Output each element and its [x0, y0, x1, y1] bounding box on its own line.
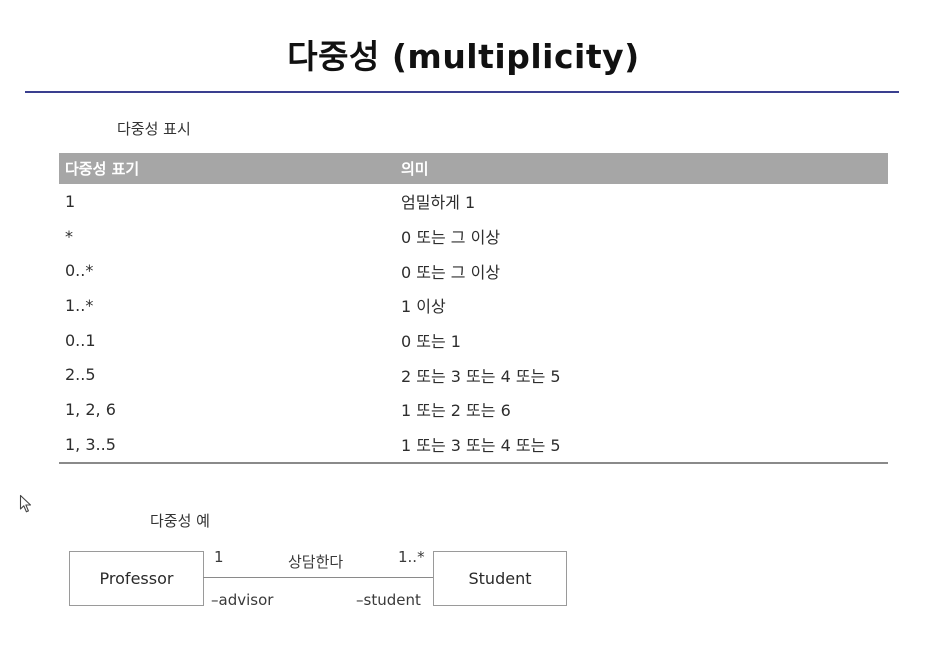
notation-cell: 1..*: [65, 295, 94, 315]
advisor-role: –advisor: [211, 591, 274, 609]
page-title: 다중성 (multiplicity): [287, 37, 640, 76]
table-row: 2..5 2 또는 3 또는 4 또는 5: [59, 357, 888, 392]
meaning-cell: 1 또는 3 또는 4 또는 5: [398, 426, 888, 464]
left-multiplicity: 1: [214, 548, 224, 566]
notation-cell: 0..1: [65, 330, 96, 350]
table-row: 1..* 1 이상: [59, 288, 888, 323]
meaning-cell: 0 또는 1: [401, 332, 461, 352]
table-header-row: 다중성 표기 의미: [59, 153, 888, 184]
right-multiplicity: 1..*: [398, 548, 425, 566]
professor-class-name: Professor: [99, 569, 174, 588]
association-name: 상담한다: [288, 553, 344, 571]
notation-cell: 1, 3..5: [59, 426, 398, 464]
table-row: 1, 2, 6 1 또는 2 또는 6: [59, 392, 888, 427]
notation-cell: *: [65, 226, 73, 246]
table-row: 1 엄밀하게 1: [59, 184, 888, 219]
table-row: 0..* 0 또는 그 이상: [59, 253, 888, 288]
association-line: [203, 577, 433, 578]
mouse-pointer-icon: [19, 494, 32, 513]
table-row: 1, 3..5 1 또는 3 또는 4 또는 5: [59, 426, 888, 464]
multiplicity-table: 다중성 표기 의미 1 엄밀하게 1 * 0 또는 그 이상 0..* 0 또는…: [59, 153, 888, 464]
meaning-cell: 엄밀하게 1: [401, 193, 476, 213]
meaning-cell: 1 이상: [401, 297, 446, 317]
table-section-label: 다중성 표시: [117, 120, 191, 138]
student-class-box: Student: [433, 551, 567, 606]
notation-cell: 1: [65, 191, 76, 211]
meaning-cell: 0 또는 그 이상: [401, 228, 501, 248]
table-row: 0..1 0 또는 1: [59, 323, 888, 358]
professor-class-box: Professor: [69, 551, 204, 606]
notation-cell: 0..*: [65, 261, 94, 281]
student-role: –student: [356, 591, 421, 609]
example-section-label: 다중성 예: [150, 512, 210, 530]
notation-cell: 2..5: [65, 365, 96, 385]
meaning-cell: 0 또는 그 이상: [401, 262, 501, 282]
meaning-cell: 1 또는 2 또는 6: [401, 401, 511, 421]
notation-cell: 1, 2, 6: [65, 399, 116, 419]
header-meaning: 의미: [398, 153, 888, 184]
title-divider: [25, 91, 899, 93]
table-row: * 0 또는 그 이상: [59, 219, 888, 254]
meaning-cell: 2 또는 3 또는 4 또는 5: [401, 366, 561, 386]
header-notation: 다중성 표기: [59, 153, 398, 184]
student-class-name: Student: [468, 569, 532, 588]
